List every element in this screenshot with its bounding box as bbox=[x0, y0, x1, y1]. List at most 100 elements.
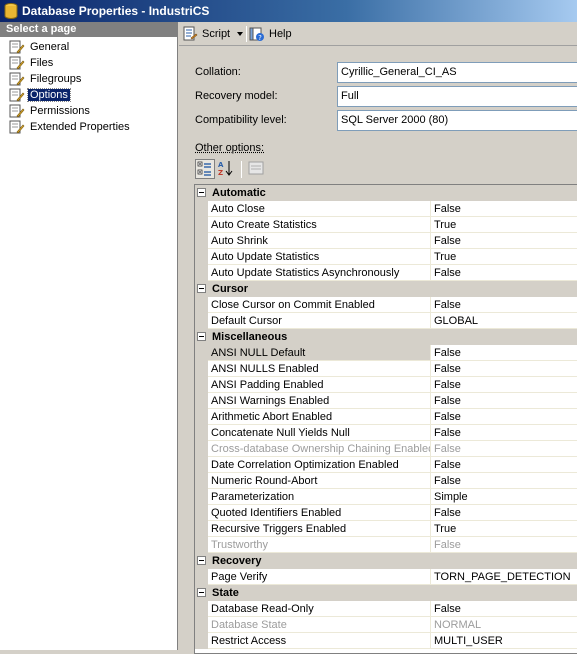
property-name: Cross-database Ownership Chaining Enable… bbox=[208, 441, 431, 457]
row-margin bbox=[195, 521, 208, 537]
property-row[interactable]: Auto Create Statistics True bbox=[195, 217, 577, 233]
property-row[interactable]: Close Cursor on Commit Enabled False bbox=[195, 297, 577, 313]
collation-field[interactable]: Cyrillic_General_CI_AS bbox=[337, 62, 577, 83]
property-row[interactable]: Parameterization Simple bbox=[195, 489, 577, 505]
property-row[interactable]: ANSI Padding Enabled False bbox=[195, 377, 577, 393]
property-row[interactable]: Database State NORMAL bbox=[195, 617, 577, 633]
row-margin bbox=[195, 409, 208, 425]
property-name: ANSI NULLS Enabled bbox=[208, 361, 431, 377]
property-value[interactable]: True bbox=[431, 249, 577, 265]
property-row[interactable]: Restrict Access MULTI_USER bbox=[195, 633, 577, 649]
property-value[interactable]: False bbox=[431, 393, 577, 409]
script-button[interactable]: Script bbox=[182, 25, 244, 43]
property-row[interactable]: Concatenate Null Yields Null False bbox=[195, 425, 577, 441]
property-value[interactable]: MULTI_USER bbox=[431, 633, 577, 649]
property-value[interactable]: False bbox=[431, 233, 577, 249]
property-value[interactable]: False bbox=[431, 409, 577, 425]
database-icon bbox=[4, 3, 18, 19]
page-item-extended-properties[interactable]: Extended Properties bbox=[0, 119, 177, 135]
category-recovery[interactable]: Recovery bbox=[195, 553, 577, 569]
property-row[interactable]: Auto Close False bbox=[195, 201, 577, 217]
property-value[interactable]: False bbox=[431, 473, 577, 489]
property-name: Trustworthy bbox=[208, 537, 431, 553]
alphabetical-button[interactable]: A Z bbox=[217, 159, 237, 179]
row-margin bbox=[195, 441, 208, 457]
window-title: Database Properties - IndustriCS bbox=[22, 4, 210, 18]
property-row[interactable]: Default Cursor GLOBAL bbox=[195, 313, 577, 329]
property-row[interactable]: Auto Update Statistics Asynchronously Fal… bbox=[195, 265, 577, 281]
property-row[interactable]: Page Verify TORN_PAGE_DETECTION bbox=[195, 569, 577, 585]
row-margin bbox=[195, 361, 208, 377]
page-wrench-icon bbox=[9, 88, 25, 102]
categorized-button[interactable] bbox=[195, 159, 215, 179]
page-item-filegroups[interactable]: Filegroups bbox=[0, 71, 177, 87]
row-margin bbox=[195, 617, 208, 633]
property-pages-icon bbox=[248, 161, 264, 175]
property-row[interactable]: ANSI NULL Default False bbox=[195, 345, 577, 361]
property-value[interactable]: Simple bbox=[431, 489, 577, 505]
page-wrench-icon bbox=[9, 72, 25, 86]
property-row[interactable]: Cross-database Ownership Chaining Enable… bbox=[195, 441, 577, 457]
property-row[interactable]: Arithmetic Abort Enabled False bbox=[195, 409, 577, 425]
help-button[interactable]: ? Help bbox=[249, 25, 299, 43]
property-row[interactable]: Recursive Triggers Enabled True bbox=[195, 521, 577, 537]
property-value[interactable]: False bbox=[431, 297, 577, 313]
row-margin bbox=[195, 201, 208, 217]
property-value[interactable]: True bbox=[431, 521, 577, 537]
toolbar-separator bbox=[246, 26, 247, 42]
property-value[interactable]: False bbox=[431, 377, 577, 393]
property-value[interactable]: False bbox=[431, 441, 577, 457]
page-selector-pane: Select a page General Files Filegroups Opti… bbox=[0, 22, 178, 650]
property-row[interactable]: Trustworthy False bbox=[195, 537, 577, 553]
property-value[interactable]: False bbox=[431, 361, 577, 377]
property-value[interactable]: GLOBAL bbox=[431, 313, 577, 329]
property-value[interactable]: False bbox=[431, 345, 577, 361]
property-row[interactable]: Quoted Identifiers Enabled False bbox=[195, 505, 577, 521]
page-list: General Files Filegroups Options Permissions… bbox=[0, 39, 177, 135]
category-cursor[interactable]: Cursor bbox=[195, 281, 577, 297]
property-name: Auto Update Statistics bbox=[208, 249, 431, 265]
collapse-icon[interactable] bbox=[197, 332, 206, 341]
chevron-down-icon[interactable] bbox=[237, 32, 243, 36]
property-value[interactable]: True bbox=[431, 217, 577, 233]
property-row[interactable]: Auto Update Statistics True bbox=[195, 249, 577, 265]
collapse-icon[interactable] bbox=[197, 284, 206, 293]
property-value[interactable]: False bbox=[431, 201, 577, 217]
compatibility-level-select[interactable]: SQL Server 2000 (80) bbox=[337, 110, 577, 131]
property-name: Recursive Triggers Enabled bbox=[208, 521, 431, 537]
property-value[interactable]: False bbox=[431, 265, 577, 281]
toolbar: Script ? Help bbox=[179, 22, 577, 46]
property-value[interactable]: False bbox=[431, 457, 577, 473]
property-name: Numeric Round-Abort bbox=[208, 473, 431, 489]
property-row[interactable]: ANSI NULLS Enabled False bbox=[195, 361, 577, 377]
property-row[interactable]: Numeric Round-Abort False bbox=[195, 473, 577, 489]
compatibility-level-label: Compatibility level: bbox=[195, 114, 287, 126]
property-name: Auto Close bbox=[208, 201, 431, 217]
row-margin bbox=[195, 569, 208, 585]
category-miscellaneous[interactable]: Miscellaneous bbox=[195, 329, 577, 345]
property-row[interactable]: Auto Shrink False bbox=[195, 233, 577, 249]
collapse-icon[interactable] bbox=[197, 188, 206, 197]
grid-toolbar: A Z bbox=[195, 159, 275, 181]
collapse-icon[interactable] bbox=[197, 588, 206, 597]
property-value[interactable]: False bbox=[431, 505, 577, 521]
property-value[interactable]: False bbox=[431, 601, 577, 617]
property-value[interactable]: TORN_PAGE_DETECTION bbox=[431, 569, 577, 585]
property-row[interactable]: Database Read-Only False bbox=[195, 601, 577, 617]
collapse-icon[interactable] bbox=[197, 556, 206, 565]
page-item-general[interactable]: General bbox=[0, 39, 177, 55]
property-row[interactable]: Date Correlation Optimization Enabled Fal… bbox=[195, 457, 577, 473]
page-item-files[interactable]: Files bbox=[0, 55, 177, 71]
page-item-options[interactable]: Options bbox=[0, 87, 177, 103]
category-automatic[interactable]: Automatic bbox=[195, 185, 577, 201]
property-row[interactable]: ANSI Warnings Enabled False bbox=[195, 393, 577, 409]
property-value[interactable]: False bbox=[431, 425, 577, 441]
row-margin bbox=[195, 601, 208, 617]
page-item-permissions[interactable]: Permissions bbox=[0, 103, 177, 119]
recovery-model-select[interactable]: Full bbox=[337, 86, 577, 107]
category-state[interactable]: State bbox=[195, 585, 577, 601]
property-name: Restrict Access bbox=[208, 633, 431, 649]
property-value[interactable]: NORMAL bbox=[431, 617, 577, 633]
row-margin bbox=[195, 537, 208, 553]
property-value[interactable]: False bbox=[431, 537, 577, 553]
